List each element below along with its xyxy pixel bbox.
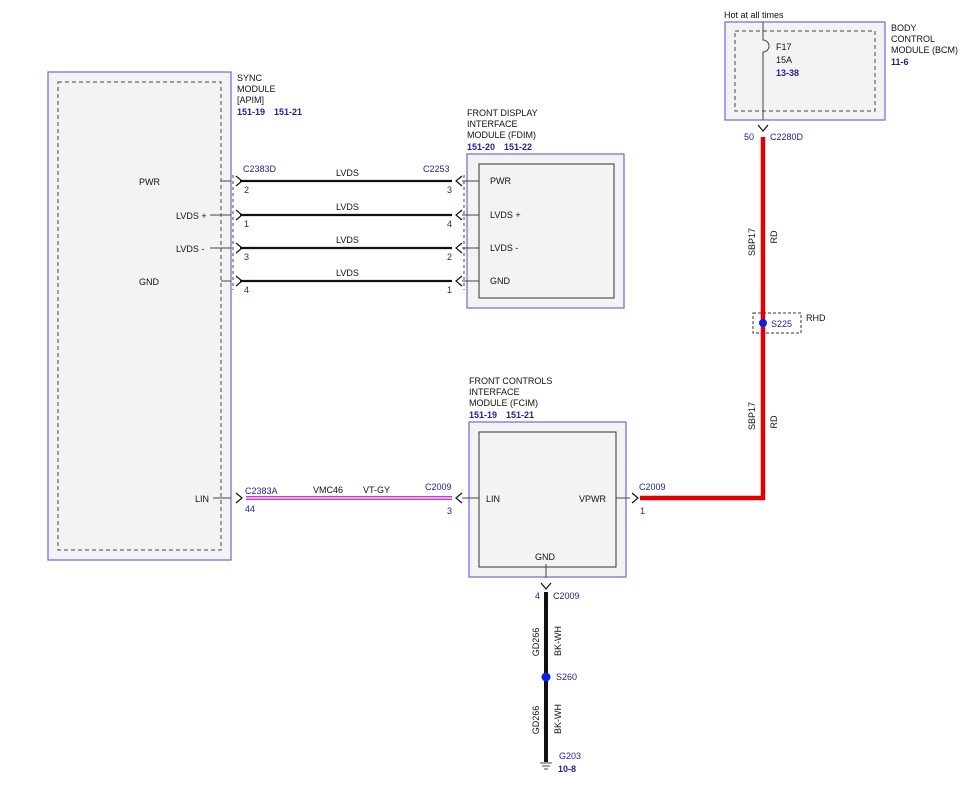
fdim-title-line2: INTERFACE	[467, 119, 518, 129]
fdim-module: FRONT DISPLAY INTERFACE MODULE (FDIM) 15…	[423, 108, 625, 309]
sync-module: SYNC MODULE [APIM] 151-19 151-21 PWR LVD…	[47, 71, 302, 561]
fdim-pin-lvdsn-label: LVDS -	[490, 243, 518, 253]
gnd-connector-arrow-icon	[540, 582, 552, 590]
gd266-color-upper: BK-WH	[553, 626, 563, 656]
fcim-lin-label: LIN	[486, 494, 500, 504]
sync-pin-lvdsp-number: 1	[244, 219, 249, 229]
fcim-title-line3: MODULE (FCIM)	[469, 398, 538, 408]
sync-page-ref-2[interactable]: 151-21	[274, 107, 302, 117]
fdim-pin-lvdsn-number: 2	[447, 252, 452, 262]
sync-page-ref-1[interactable]: 151-19	[237, 107, 265, 117]
fdim-page-ref-2[interactable]: 151-22	[504, 142, 532, 152]
lin-fcim-arrow-icon	[455, 492, 463, 504]
wire-pwr-label: LVDS	[336, 168, 359, 178]
s225-splice-dot[interactable]	[759, 319, 767, 327]
sbp17-circuit-upper: SBP17	[747, 228, 757, 256]
sync-title-line1: SYNC	[237, 73, 263, 83]
sync-title-line2: MODULE	[237, 84, 276, 94]
fcim-title-line1: FRONT CONTROLS	[469, 376, 552, 386]
bcm-title-line1: BODY	[891, 23, 917, 33]
fcim-lin-connector-id: C2009	[425, 482, 452, 492]
fuse-id: F17	[776, 42, 792, 52]
fdim-pin-lvdsp-number: 4	[447, 219, 452, 229]
sync-pin-lvdsp-label: LVDS +	[176, 211, 207, 221]
fcim-page-ref-2[interactable]: 151-21	[506, 410, 534, 420]
sync-pin-gnd-number: 4	[244, 285, 249, 295]
gd266-circuit-lower: GD266	[531, 706, 541, 735]
g203-ground-id: G203	[559, 751, 581, 761]
wire-gnd-label: LVDS	[336, 268, 359, 278]
sbp17-color-upper: RD	[769, 230, 779, 243]
s260-splice-id: S260	[556, 672, 577, 682]
wire-lvdsp-label: LVDS	[336, 202, 359, 212]
sync-title-line3: [APIM]	[237, 95, 264, 105]
sync-pin-lin-label: LIN	[195, 494, 209, 504]
sync-outline	[47, 71, 232, 561]
s260-splice-dot[interactable]	[541, 672, 551, 682]
sync-side-arrow-icons	[235, 175, 243, 287]
sync-pin-lvdsn-label: LVDS -	[176, 244, 204, 254]
sbp17-color-lower: RD	[769, 415, 779, 428]
s225-splice-id: S225	[771, 319, 792, 329]
bcm-title-line2: CONTROL	[891, 34, 935, 44]
fcim-vpwr-connector-id: C2009	[639, 482, 666, 492]
sync-pin-pwr-number: 2	[244, 185, 249, 195]
fcim-vpwr-label: VPWR	[579, 494, 607, 504]
lin-wire-color: VT-GY	[363, 485, 390, 495]
bcm-pin-number: 50	[744, 132, 754, 142]
power-wire: C2009 1 SBP17 RD SBP17 RD S225 RHD	[631, 137, 826, 516]
bcm-connector-id: C2280D	[770, 132, 804, 142]
bcm-title-line3: MODULE (BCM)	[891, 45, 958, 55]
c2253-connector-id: C2253	[423, 164, 450, 174]
gd266-color-lower: BK-WH	[553, 704, 563, 734]
fdim-pin-gnd-label: GND	[490, 276, 511, 286]
fdim-side-arrow-icons	[455, 175, 463, 287]
bcm-pin-arrow-icon	[757, 124, 769, 132]
fcim-gnd-label: GND	[535, 552, 556, 562]
fdim-pin-gnd-number: 1	[447, 285, 452, 295]
fcim-page-ref-1[interactable]: 151-19	[469, 410, 497, 420]
lin-sync-arrow-icon	[235, 492, 243, 504]
gd266-circuit-upper: GD266	[531, 628, 541, 657]
fcim-vpwr-pin-number: 1	[640, 506, 645, 516]
c2383a-connector-id: C2383A	[245, 486, 278, 496]
sync-pin-lin-number: 44	[245, 504, 255, 514]
fcim-lin-pin-number: 3	[447, 506, 452, 516]
lvds-wires: LVDS LVDS LVDS LVDS	[235, 168, 463, 287]
bcm-outline	[724, 21, 886, 121]
fdim-page-ref-1[interactable]: 151-20	[467, 142, 495, 152]
fcim-title-line2: INTERFACE	[469, 387, 520, 397]
fcim-module: FRONT CONTROLS INTERFACE MODULE (FCIM) 1…	[462, 376, 630, 578]
fcim-gnd-pin-number: 4	[535, 591, 540, 601]
sbp17-red-wire	[640, 137, 766, 501]
fdim-pin-pwr-label: PWR	[490, 176, 511, 186]
s225-note: RHD	[806, 313, 826, 323]
fdim-title-line3: MODULE (FDIM)	[467, 130, 536, 140]
bcm-page-ref[interactable]: 11-6	[891, 57, 909, 67]
fuse-page-ref[interactable]: 13-38	[776, 68, 799, 78]
fcim-gnd-connector-id: C2009	[553, 591, 580, 601]
vpwr-arrow-icon	[631, 492, 639, 504]
sync-pin-lvdsn-number: 3	[244, 252, 249, 262]
wiring-diagram: Hot at all times BODY CONTROL MODULE (BC…	[47, 10, 958, 774]
hot-at-all-times-label: Hot at all times	[724, 10, 784, 20]
c2383d-connector-id: C2383D	[243, 164, 277, 174]
sync-pin-pwr-label: PWR	[139, 177, 160, 187]
sync-pin-gnd-label: GND	[139, 277, 160, 287]
fdim-pin-lvdsp-label: LVDS +	[490, 210, 521, 220]
bcm-module: Hot at all times BODY CONTROL MODULE (BC…	[724, 10, 958, 142]
fdim-pin-pwr-number: 3	[447, 185, 452, 195]
g203-page-ref[interactable]: 10-8	[558, 764, 576, 774]
fdim-title-line1: FRONT DISPLAY	[467, 108, 538, 118]
sbp17-circuit-lower: SBP17	[747, 402, 757, 430]
ground-wire: 4 C2009 GD266 BK-WH S260 GD266 BK-WH G20…	[531, 582, 581, 774]
lin-circuit-id: VMC46	[313, 485, 343, 495]
ground-symbol-icon	[540, 762, 552, 770]
fuse-amperage: 15A	[776, 55, 792, 65]
wire-lvdsn-label: LVDS	[336, 235, 359, 245]
